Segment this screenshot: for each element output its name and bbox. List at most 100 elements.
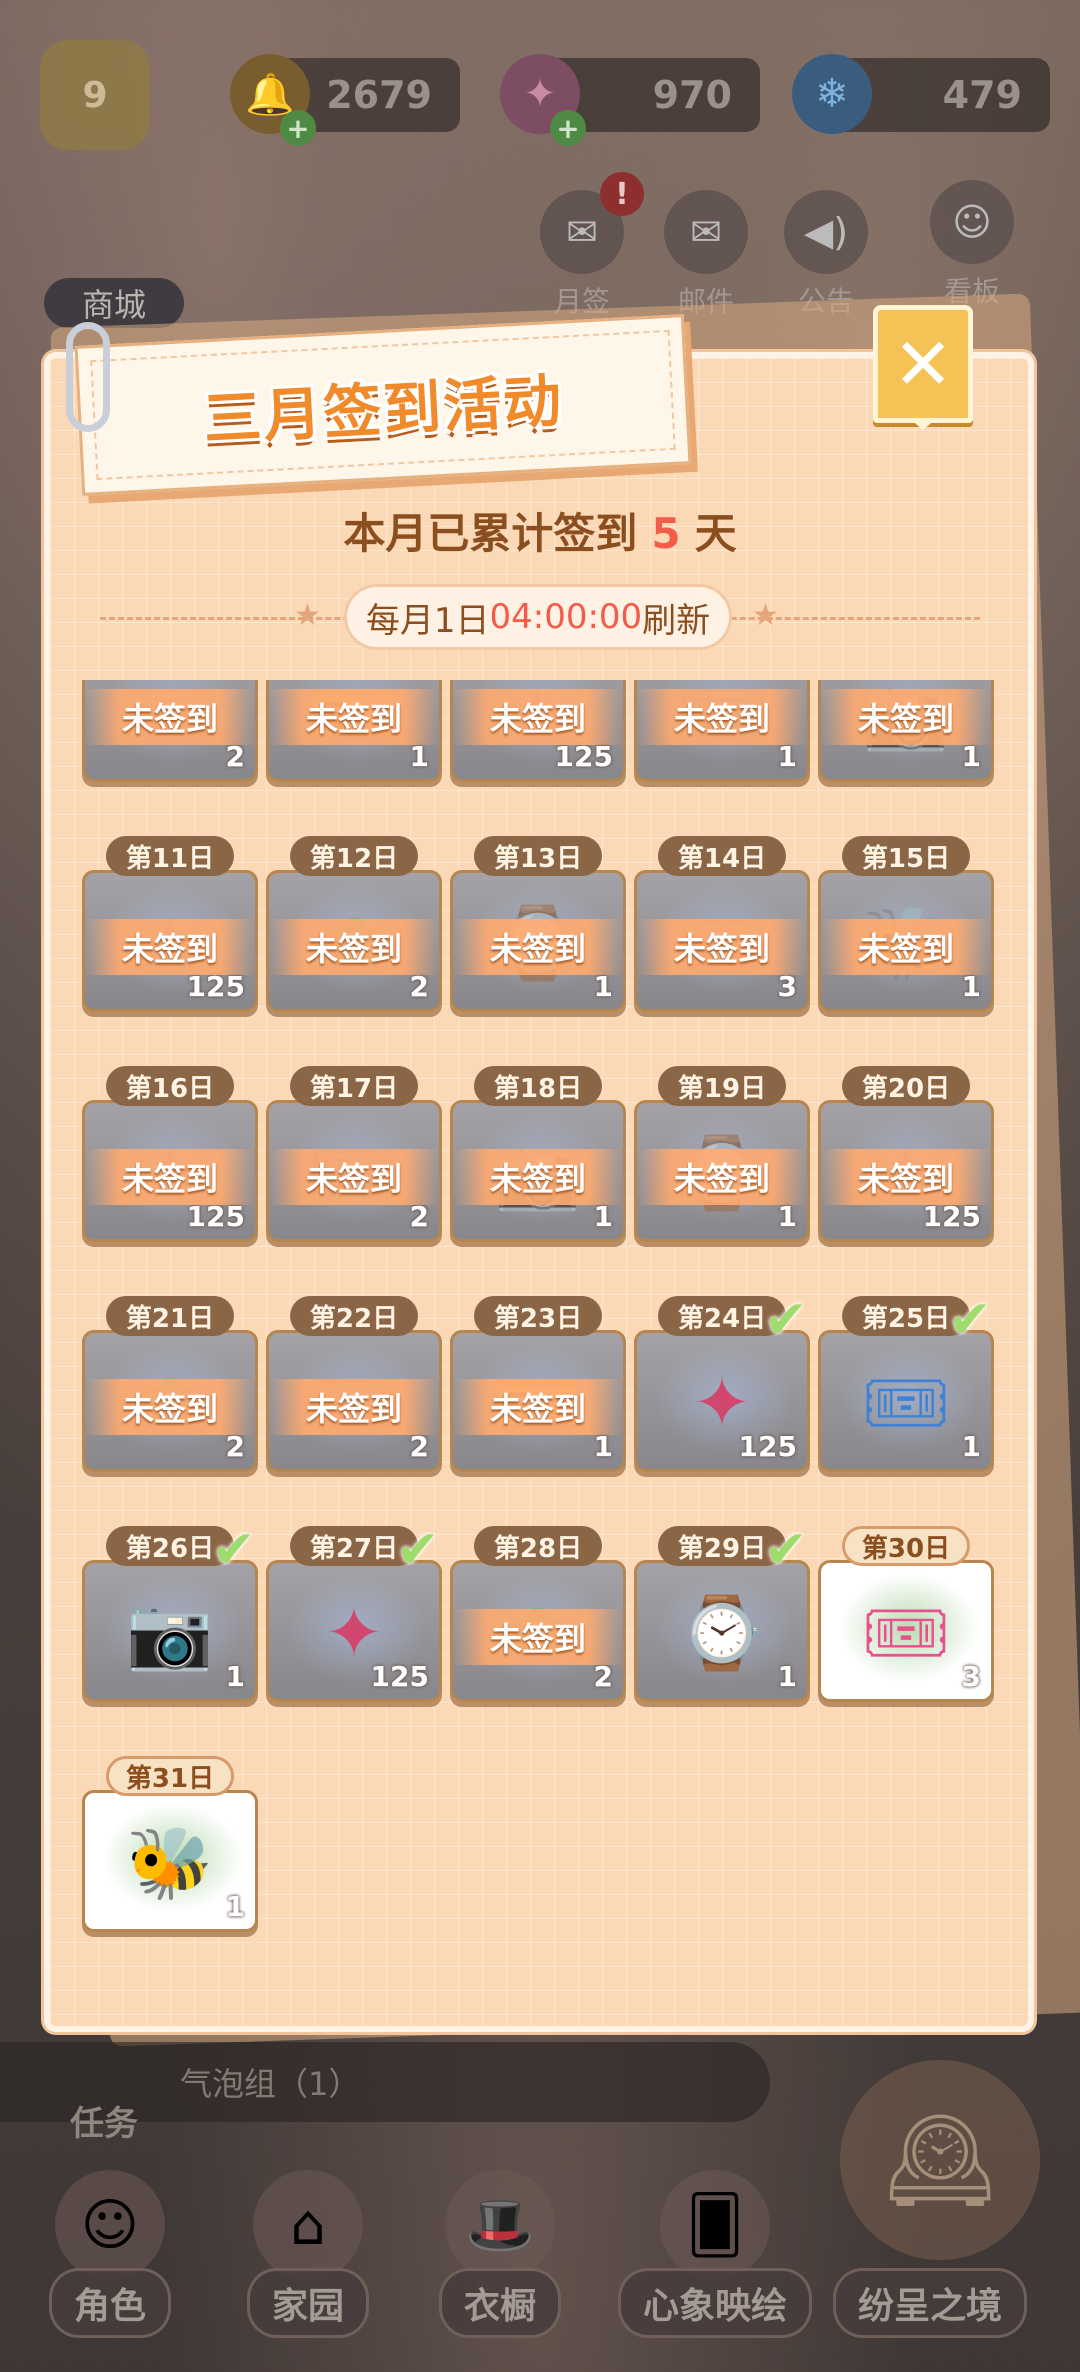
signin-summary: 本月已累计签到 5 天 [0, 500, 1080, 561]
day-label: 第31日 [106, 1756, 234, 1796]
nav-character[interactable]: ☺ 角色 [20, 2170, 200, 2338]
signin-day-cell[interactable]: 第17日🎟未签到2 [266, 1066, 442, 1242]
signin-day-cell[interactable]: 🎟未签到1 [634, 680, 810, 782]
signin-day-cell[interactable]: 📷未签到1 [818, 680, 994, 782]
signin-day-cell[interactable]: 第15日🐝未签到1 [818, 836, 994, 1012]
refresh-prefix: 每月1日 [365, 600, 490, 641]
mail-button[interactable]: ✉ 邮件 [664, 190, 748, 320]
signin-day-cell[interactable]: 第20日✦未签到125 [818, 1066, 994, 1242]
signin-day-cell[interactable]: 第12日✿未签到2 [266, 836, 442, 1012]
signin-day-cell[interactable]: 第14日🎟未签到3 [634, 836, 810, 1012]
signin-day-cell[interactable]: 第22日🎟未签到2 [266, 1296, 442, 1472]
currency-snowflake[interactable]: ❄ 479 [792, 54, 1050, 134]
signin-day-cell[interactable]: 第19日⌚未签到1 [634, 1066, 810, 1242]
reward-card[interactable]: ✦未签到125 [82, 1100, 258, 1242]
reward-card[interactable]: ✦ 125 [634, 1330, 810, 1472]
nav-home[interactable]: ⌂ 家园 [218, 2170, 398, 2338]
nav-wardrobe[interactable]: 🎩 衣橱 [410, 2170, 590, 2338]
unsigned-overlay: 未签到 [85, 1149, 255, 1205]
day-label: 第12日 [290, 836, 418, 876]
task-label[interactable]: 任务 [70, 2096, 138, 2145]
unsigned-overlay: 未签到 [453, 1379, 623, 1435]
unsigned-overlay: 未签到 [269, 1149, 439, 1205]
checkmark-icon: ✔ [764, 1520, 808, 1580]
signin-day-cell[interactable]: 第11日✦未签到125 [82, 836, 258, 1012]
reward-card[interactable]: ✦ 125 [266, 1560, 442, 1702]
add-gem-button[interactable]: + [550, 110, 586, 146]
reward-card[interactable]: 🎟未签到2 [266, 1330, 442, 1472]
reward-card[interactable]: ✿未签到2 [450, 1560, 626, 1702]
nav-cards[interactable]: 🂠 心象映绘 [610, 2170, 820, 2338]
signin-day-cell[interactable]: 第31日 🐝 1 [82, 1756, 258, 1932]
reward-card[interactable]: ✦未签到125 [450, 680, 626, 782]
signin-day-cell[interactable]: 第30日 🎟 3 [818, 1526, 994, 1702]
add-gold-button[interactable]: + [280, 110, 316, 146]
house-icon: ⌂ [253, 2170, 363, 2280]
reward-card[interactable]: ✦未签到125 [818, 1100, 994, 1242]
reward-quantity: 125 [370, 1660, 429, 1693]
reward-card[interactable]: 🎟未签到2 [266, 1100, 442, 1242]
task-bar-text: 气泡组（1） [180, 2065, 361, 2103]
signin-day-cell[interactable]: 第23日🎫未签到1 [450, 1296, 626, 1472]
nav-realm[interactable]: 纷呈之境 [820, 2170, 1040, 2338]
reward-card[interactable]: 🎟 3 [818, 1560, 994, 1702]
signin-day-cell[interactable]: ✦未签到125 [450, 680, 626, 782]
signin-grid[interactable]: 🎟未签到2🎫未签到1✦未签到125🎟未签到1📷未签到1第11日✦未签到125第1… [82, 680, 1002, 2000]
level-badge[interactable]: 9 [40, 40, 150, 150]
star-icon: ★ [752, 598, 779, 633]
reward-card[interactable]: 🎫未签到1 [266, 680, 442, 782]
reward-card[interactable]: 🐝未签到1 [818, 870, 994, 1012]
reward-card[interactable]: 📷未签到1 [818, 680, 994, 782]
reward-card[interactable]: 🎫未签到1 [450, 1330, 626, 1472]
signin-day-cell[interactable]: 第13日⌚未签到1 [450, 836, 626, 1012]
checkmark-icon: ✔ [212, 1520, 256, 1580]
signin-day-cell[interactable]: 第25日 🎟 1 ✔ [818, 1290, 994, 1472]
kanban-button[interactable]: ☺ 看板 [930, 180, 1014, 310]
checkmark-icon: ✔ [764, 1290, 808, 1350]
character-icon: ☺ [930, 180, 1014, 264]
bottom-nav: ☺ 角色 ⌂ 家园 🎩 衣橱 🂠 心象映绘 纷呈之境 [0, 2170, 1080, 2370]
signin-day-cell[interactable]: 第28日✿未签到2 [450, 1526, 626, 1702]
refresh-suffix: 刷新 [642, 600, 711, 641]
signin-day-cell[interactable]: 第18日📷未签到1 [450, 1066, 626, 1242]
day-label: 第30日 [842, 1526, 970, 1566]
currency-gem-value: 970 [652, 73, 732, 117]
day-label: 第13日 [474, 836, 602, 876]
reward-card[interactable]: 📷未签到1 [450, 1100, 626, 1242]
signin-day-cell[interactable]: 第24日 ✦ 125 ✔ [634, 1290, 810, 1472]
close-button[interactable]: ✕ [873, 305, 973, 430]
signin-day-cell[interactable]: 第16日✦未签到125 [82, 1066, 258, 1242]
reward-card[interactable]: 📷 1 [82, 1560, 258, 1702]
currency-gem[interactable]: ✦ + 970 [500, 54, 760, 146]
reward-card[interactable]: ⌚ 1 [634, 1560, 810, 1702]
day-label: 第15日 [842, 836, 970, 876]
reward-card[interactable]: ✿未签到2 [82, 1330, 258, 1472]
signin-day-cell[interactable]: 第29日 ⌚ 1 ✔ [634, 1520, 810, 1702]
signin-day-cell[interactable]: 第26日 📷 1 ✔ [82, 1520, 258, 1702]
signin-day-cell[interactable]: 第27日 ✦ 125 ✔ [266, 1520, 442, 1702]
summary-count: 5 [651, 509, 681, 558]
hat-icon: 🎩 [445, 2170, 555, 2280]
refresh-info: 每月1日 04:00:00 刷新 [344, 584, 732, 650]
summary-prefix: 本月已累计签到 [343, 509, 638, 558]
reward-card[interactable]: ⌚未签到1 [634, 1100, 810, 1242]
shop-button[interactable]: 商城 [44, 278, 184, 328]
reward-quantity: 1 [225, 1660, 245, 1693]
signin-day-cell[interactable]: 第21日✿未签到2 [82, 1296, 258, 1472]
reward-card[interactable]: 🎟未签到2 [82, 680, 258, 782]
day-label: 第22日 [290, 1296, 418, 1336]
signin-day-cell[interactable]: 🎫未签到1 [266, 680, 442, 782]
reward-card[interactable]: 🎟未签到1 [634, 680, 810, 782]
reward-card[interactable]: ✦未签到125 [82, 870, 258, 1012]
title-banner-border [90, 329, 676, 481]
reward-card[interactable]: 🐝 1 [82, 1790, 258, 1932]
reward-card[interactable]: 🎟未签到3 [634, 870, 810, 1012]
signin-day-cell[interactable]: 🎟未签到2 [82, 680, 258, 782]
currency-gold[interactable]: 🔔 + 2679 [230, 54, 460, 146]
reward-quantity: 125 [738, 1430, 797, 1463]
reward-card[interactable]: ⌚未签到1 [450, 870, 626, 1012]
unsigned-overlay: 未签到 [453, 689, 623, 745]
reward-card[interactable]: 🎟 1 [818, 1330, 994, 1472]
unsigned-overlay: 未签到 [821, 1149, 991, 1205]
reward-card[interactable]: ✿未签到2 [266, 870, 442, 1012]
